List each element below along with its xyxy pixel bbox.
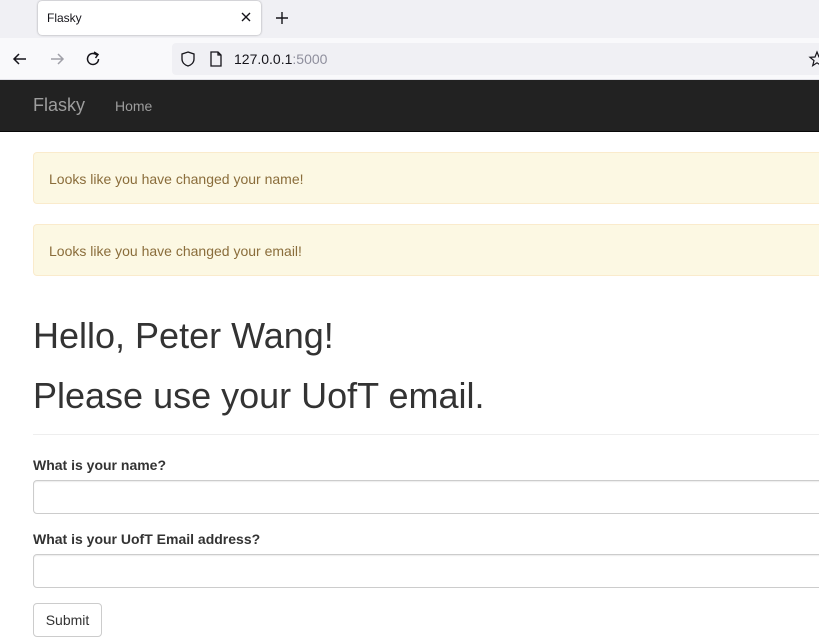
navbar-brand[interactable]: Flasky (33, 95, 85, 116)
browser-tab[interactable]: Flasky (38, 1, 261, 35)
submit-button[interactable]: Submit (33, 603, 102, 637)
tab-title: Flasky (47, 11, 82, 25)
page-icon[interactable] (207, 50, 225, 68)
bookmark-star-icon[interactable] (808, 50, 819, 68)
reload-icon[interactable] (83, 49, 103, 69)
navbar: Flasky Home (0, 80, 819, 132)
alert-warning: Looks like you have changed your name! (33, 152, 819, 204)
email-label: What is your UofT Email address? (33, 531, 261, 547)
page-notice: Please use your UofT email. (33, 375, 485, 416)
browser-tab-strip: Flasky (0, 0, 819, 38)
browser-toolbar: 127.0.0.1:5000 (0, 38, 819, 80)
back-arrow-icon[interactable] (10, 49, 30, 69)
url-port: :5000 (292, 51, 328, 67)
name-field[interactable] (33, 480, 819, 514)
header-divider (33, 434, 819, 435)
url-text[interactable]: 127.0.0.1:5000 (234, 51, 327, 67)
email-field[interactable] (33, 554, 819, 588)
new-tab-icon[interactable] (270, 6, 294, 30)
close-icon[interactable] (236, 7, 256, 27)
nav-link-home[interactable]: Home (115, 98, 152, 114)
forward-arrow-icon[interactable] (47, 49, 67, 69)
page-greeting: Hello, Peter Wang! (33, 315, 334, 356)
url-host: 127.0.0.1 (234, 51, 293, 67)
url-bar[interactable]: 127.0.0.1:5000 (172, 43, 819, 75)
shield-icon[interactable] (179, 50, 197, 68)
alert-warning: Looks like you have changed your email! (33, 224, 819, 276)
name-label: What is your name? (33, 457, 167, 473)
